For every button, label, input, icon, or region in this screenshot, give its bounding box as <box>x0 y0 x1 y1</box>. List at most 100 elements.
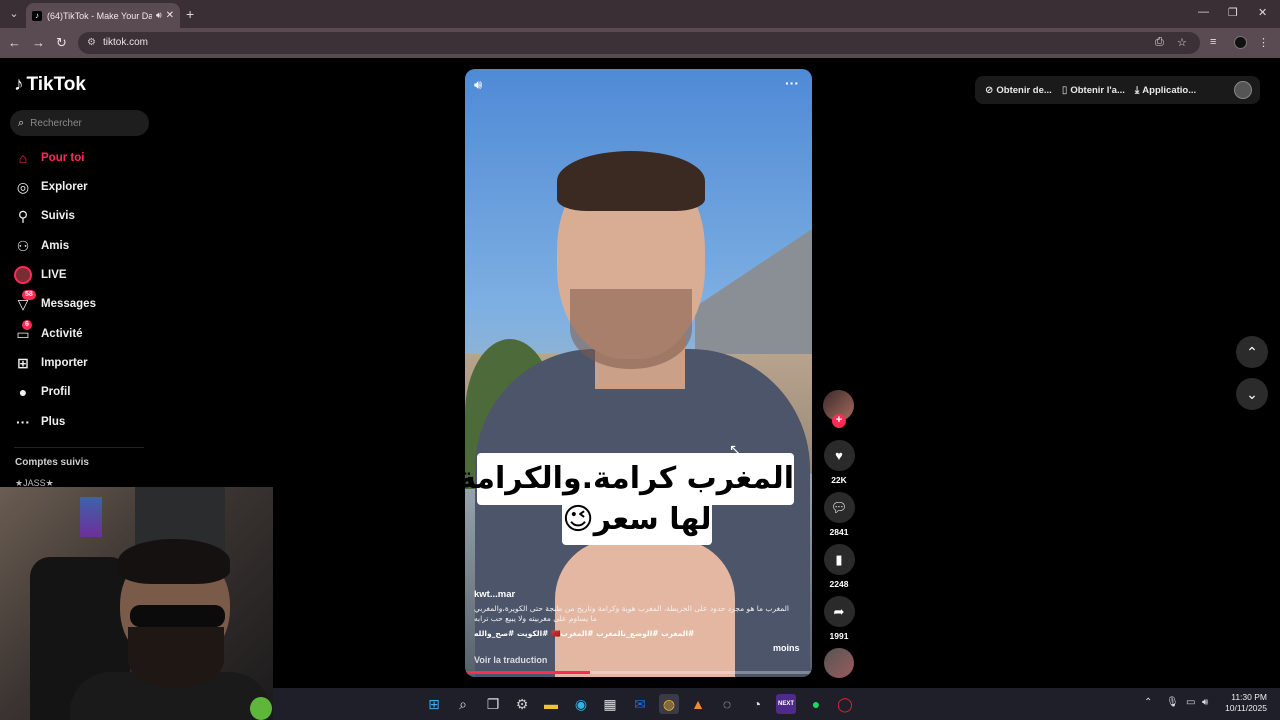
tab-search-icon[interactable]: ⌄ <box>6 6 22 22</box>
volume-tray-icon[interactable]: 🔊︎ <box>1202 697 1208 708</box>
video-caption-line2: لها سعر😉 <box>562 497 712 545</box>
browser-tab-bar: ⌄ ♪ (64)TikTok - Make Your Day 🔊︎ ✕ + — … <box>0 0 1280 28</box>
sidebar-item-live[interactable]: LIVE <box>14 264 67 286</box>
sidebar-item-explore[interactable]: ◎ Explorer <box>14 176 88 198</box>
followed-accounts-title: Comptes suivis <box>15 457 89 468</box>
webcam-neon-light <box>80 497 102 537</box>
sidebar-item-label: Explorer <box>41 181 88 193</box>
video-hashtags[interactable]: #المغرب #الوضع_بالمغرب #المغرب🇲🇦 #الكويت… <box>474 629 794 638</box>
bookmark-star-icon[interactable]: ☆ <box>1177 36 1187 49</box>
video-progress-bar[interactable] <box>465 671 812 674</box>
comment-count: 2841 <box>829 527 849 537</box>
speaker-icon[interactable]: 🔊︎ <box>156 10 162 21</box>
site-info-icon[interactable]: ⚙︎ <box>87 32 96 54</box>
display-icon[interactable]: ▭ <box>1186 697 1195 708</box>
reload-icon[interactable]: ↻ <box>56 35 67 51</box>
close-tab-icon[interactable]: ✕ <box>166 10 174 21</box>
url-text: tiktok.com <box>103 37 149 48</box>
sidebar-item-for-you[interactable]: ⌂ Pour toi <box>14 147 85 169</box>
restore-icon[interactable]: ❐ <box>1228 6 1238 19</box>
messages-badge: 58 <box>22 290 36 300</box>
phone-icon: ▯ <box>1061 84 1068 96</box>
next-app-icon[interactable]: NEXT <box>776 694 796 714</box>
music-disc-avatar[interactable] <box>824 648 854 678</box>
media-control-icon[interactable]: ≡ <box>1210 36 1216 48</box>
minimize-icon[interactable]: — <box>1198 6 1209 18</box>
volume-icon[interactable]: 🔊︎ <box>474 77 482 93</box>
browser-profile-avatar[interactable] <box>1234 36 1247 49</box>
coin-icon: ⊘ <box>985 84 994 96</box>
forward-icon[interactable]: → <box>32 35 45 50</box>
tiktok-icon: ♪ <box>32 10 42 21</box>
taskbar-clock[interactable]: 11:30 PM 10/11/2025 <box>1215 692 1267 714</box>
taskbar-search-icon[interactable]: ⌕ <box>453 694 473 714</box>
comment-icon: 💬︎ <box>823 492 855 523</box>
download-icon: ⤓ <box>1134 84 1140 96</box>
desktop-app-button[interactable]: ⤓ Applicatio... <box>1135 85 1196 96</box>
messages-icon: ▽ 58 <box>14 290 36 313</box>
search-input[interactable]: ⌕ Rechercher <box>10 110 149 136</box>
close-window-icon[interactable]: ✕ <box>1258 6 1267 19</box>
desktop-app-label: Applicatio... <box>1142 84 1197 96</box>
spotify-icon[interactable]: ● <box>806 694 826 714</box>
app-icon[interactable]: ▲ <box>688 694 708 714</box>
new-tab-button[interactable]: + <box>186 6 194 22</box>
browser-tab[interactable]: ♪ (64)TikTok - Make Your Day 🔊︎ ✕ <box>26 3 180 28</box>
back-icon[interactable]: ← <box>8 35 21 50</box>
get-coins-label: Obtenir de... <box>996 84 1052 96</box>
steam-icon[interactable]: ◌ <box>717 694 737 714</box>
sidebar-item-upload[interactable]: ⊞ Importer <box>14 352 88 374</box>
less-button[interactable]: moins <box>773 643 800 653</box>
live-avatar <box>14 266 32 284</box>
get-coins-button[interactable]: ⊘ Obtenir de... <box>985 85 1052 96</box>
following-icon: ⚲ <box>17 208 29 224</box>
previous-video-button[interactable]: ⌃ <box>1236 336 1268 368</box>
live-icon <box>14 266 32 284</box>
address-bar[interactable]: ⚙︎ tiktok.com <box>78 32 1200 54</box>
mouse-cursor-icon: ↖ <box>729 441 741 457</box>
more-icon: ··· <box>16 414 30 430</box>
sidebar-item-friends[interactable]: ⚇ Amis <box>14 235 69 257</box>
sidebar-item-activity[interactable]: ▭ 6 Activité <box>14 320 83 345</box>
tiktok-logo[interactable]: ♪ TikTok <box>14 74 86 96</box>
user-avatar[interactable] <box>1234 81 1252 99</box>
sidebar-item-label: LIVE <box>41 269 67 281</box>
save-button[interactable]: ▮ 2248 <box>823 544 855 589</box>
sidebar-item-messages[interactable]: ▽ 58 Messages <box>14 290 96 315</box>
tray-chevron-icon[interactable]: ⌃ <box>1144 697 1152 708</box>
share-button[interactable]: ➦ 1991 <box>823 596 855 641</box>
get-app-button[interactable]: ▯ Obtenir l'a... <box>1062 85 1125 96</box>
see-translation-button[interactable]: Voir la traduction <box>474 655 547 665</box>
activity-icon: ▭ 6 <box>14 320 32 343</box>
outlook-icon[interactable]: ✉ <box>630 694 650 714</box>
video-progress-fill <box>465 671 590 674</box>
windows-start-icon[interactable]: ⊞ <box>424 694 444 714</box>
chrome-icon[interactable]: ◍ <box>659 694 679 714</box>
sidebar-item-profile[interactable]: ● Profil <box>14 381 71 403</box>
settings-icon[interactable]: ⚙ <box>512 694 532 714</box>
sidebar-item-following[interactable]: ⚲ Suivis <box>14 205 75 227</box>
video-author[interactable]: kwt...mar <box>474 589 515 600</box>
video-player[interactable]: المغرب كرامة.والكرامة ما لها سعر😉 🔊︎ ···… <box>465 69 812 677</box>
opera-icon[interactable]: ◯ <box>835 694 855 714</box>
sidebar-item-label: Importer <box>41 357 88 369</box>
obs-icon[interactable]: ◔ <box>747 694 767 714</box>
next-video-button[interactable]: ⌄ <box>1236 378 1268 410</box>
upload-icon: ⊞ <box>17 355 29 371</box>
edge-icon[interactable]: ◉ <box>571 694 591 714</box>
video-person-beard <box>570 289 692 369</box>
sidebar-item-label: Suivis <box>41 210 75 222</box>
like-button[interactable]: ♥ 22K <box>823 440 855 485</box>
task-view-icon[interactable]: ❐ <box>483 694 503 714</box>
menu-icon[interactable]: ⋮ <box>1258 36 1269 49</box>
store-icon[interactable]: ▦ <box>600 694 620 714</box>
comment-button[interactable]: 💬︎ 2841 <box>823 492 855 537</box>
sidebar-item-more[interactable]: ··· Plus <box>14 411 65 433</box>
heart-icon: ♥ <box>823 440 855 471</box>
sidebar-item-label: Messages <box>41 298 96 310</box>
install-app-icon[interactable]: ⎙ <box>1155 36 1164 49</box>
video-more-icon[interactable]: ··· <box>785 75 799 91</box>
microphone-icon[interactable]: 🎙︎ <box>1166 697 1179 708</box>
file-explorer-icon[interactable]: ▬ <box>541 694 561 714</box>
follow-plus-icon[interactable]: + <box>832 414 846 428</box>
